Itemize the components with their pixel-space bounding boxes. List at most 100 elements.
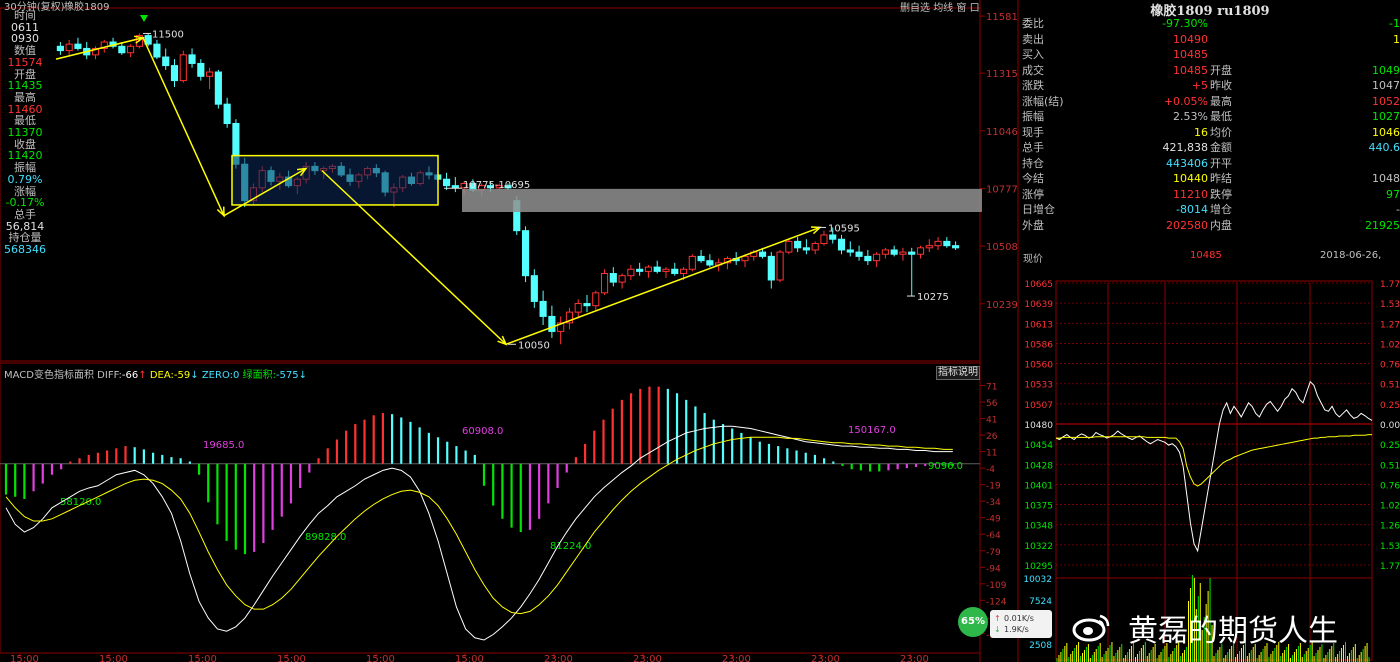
macd-y-tick-label: 26 [986, 432, 998, 442]
quote-cell: 开盘 [1210, 63, 1232, 77]
price-line [1055, 380, 1373, 553]
candle-body [758, 251, 767, 257]
weibo-icon [1072, 614, 1110, 642]
quote-cell: 涨幅(结) [1022, 94, 1064, 108]
macd-header: MACD变色指标面积 DIFF:-66↑ DEA:-59↓ ZERO:0 绿面积… [4, 366, 307, 381]
timeshare-y-right-label: 1.02% [1380, 502, 1400, 512]
quote-title: 橡胶1809 ru1809 [1150, 4, 1270, 19]
x-tick-label: 15:00 [10, 654, 39, 662]
candle-body [829, 234, 837, 240]
close-button[interactable]: 口 [970, 3, 980, 14]
candle-body [636, 268, 644, 272]
timeshare-y-label: 10348 [1024, 522, 1053, 532]
info-sidebar: 时间 0611 0930 数值 11574 开盘 11435 最高 11460 最低 11370 收盘… [0, 0, 52, 262]
macd-area-label: 150167.0 [848, 425, 896, 436]
candle-body [697, 255, 705, 262]
annotation-label: 10050 [518, 340, 550, 351]
quote-cell: +0.05% [1163, 94, 1208, 108]
timeshare-y-label: 10428 [1024, 461, 1053, 471]
quote-cell: 21925 [1365, 218, 1400, 232]
avg-price-line [1056, 434, 1372, 487]
candle-body [197, 62, 205, 77]
candle-body [170, 65, 179, 82]
candle-body [206, 71, 214, 77]
now-price-value: 10485 [1190, 250, 1222, 261]
area-label: 绿面积: [242, 370, 276, 381]
download-arrow-icon: ↓ [994, 625, 1001, 634]
right-toolbar[interactable]: 删自选 均线 窗 口 [900, 0, 980, 14]
x-tick-label: 15:00 [99, 654, 128, 662]
sidebar-item: 568346 [4, 243, 46, 256]
quote-row: 总手 421,838 金额 440.6 [1020, 140, 1400, 155]
quote-date: 2018-06-26, [1320, 250, 1382, 261]
quote-row: 今结 10440 昨结 1048 [1020, 171, 1400, 186]
candle-body [943, 240, 951, 247]
candle-body [653, 266, 661, 272]
watermark-text: 黄磊的期货人生 [1128, 614, 1338, 649]
now-price-label: 现价 [1023, 254, 1043, 265]
ma-button[interactable]: 均线 [933, 3, 953, 14]
macd-y-tick-label: 41 [986, 416, 997, 426]
arrow-down-icon: ↓ [298, 370, 308, 381]
window-button[interactable]: 窗 [956, 3, 966, 14]
quote-cell: 1049 [1372, 63, 1400, 77]
quote-cell: 16 [1194, 125, 1208, 139]
quote-cell: 持仓 [1022, 156, 1044, 170]
candle-body [785, 240, 793, 253]
quote-cell: 内盘 [1210, 218, 1232, 232]
quote-cell: 跌停 [1210, 187, 1232, 201]
candle-body [627, 268, 635, 277]
quote-cell: 最高 [1210, 94, 1232, 108]
timeshare-y-right-label: 1.77% [1380, 562, 1400, 572]
sidebar-item: 11574 [7, 55, 43, 69]
network-speed-box: ↑ 0.01K/s ↓ 1.9K/s [990, 610, 1052, 638]
timeshare-y-right-label: 1.53% [1380, 300, 1400, 310]
y-tick-label: 11315 [986, 69, 1018, 80]
macd-y-tick-label: -64 [986, 531, 1001, 541]
macd-area-label: 19685.0 [203, 440, 244, 451]
candle-body [127, 45, 135, 54]
candle-body [846, 249, 854, 253]
quote-cell: 1052 [1372, 94, 1400, 108]
macd-y-tick-label: -49 [986, 515, 1001, 525]
quote-cell: 202580 [1166, 218, 1208, 232]
indicator-explain-button[interactable]: 指标说明 [936, 366, 980, 380]
candle-body [706, 260, 714, 266]
remove-favorite-button[interactable]: 删自选 [900, 3, 930, 14]
y-tick-label: 10508 [986, 242, 1018, 253]
timeshare-y-label: 10480 [1024, 421, 1053, 431]
candle-body [908, 251, 916, 255]
download-speed: 1.9K/s [1004, 625, 1029, 634]
candle-body [820, 234, 828, 245]
candle-body [873, 253, 881, 262]
candle-body [925, 245, 933, 249]
quote-cell: 443406 [1166, 156, 1208, 170]
quote-row: 买入 10485 [1020, 47, 1400, 62]
candle-body [451, 185, 459, 189]
candle-body [592, 292, 600, 307]
quote-cell: 1048 [1372, 172, 1400, 185]
quote-cell: 97 [1386, 187, 1400, 201]
quote-cell: 开平 [1210, 156, 1232, 170]
candle-body [548, 315, 556, 332]
candle-body [574, 303, 582, 313]
timeshare-y-label: 10533 [1024, 381, 1053, 391]
annotation-label: 10275 [917, 292, 949, 303]
quote-cell: 涨停 [1022, 187, 1044, 201]
cpu-badge[interactable]: 65% [958, 607, 988, 637]
candle-body [65, 43, 73, 52]
x-tick-label: 23:00 [633, 654, 662, 662]
annotation-label: 11500 [152, 29, 184, 40]
candle-body [864, 255, 872, 262]
volume-y-label: 7524 [1029, 597, 1052, 607]
upload-speed: 0.01K/s [1004, 614, 1034, 623]
quote-cell: 均价 [1210, 125, 1232, 139]
quote-cell: 外盘 [1022, 218, 1044, 232]
quote-row: 现手 16 均价 1046 [1020, 125, 1400, 140]
candle-body [934, 240, 942, 247]
macd-title: MACD变色指标面积 [4, 370, 94, 381]
quote-cell: 买入 [1022, 48, 1044, 61]
quote-cell: 增仓 [1210, 203, 1232, 216]
quote-cell: -8014 [1176, 203, 1208, 216]
quote-cell: 10440 [1173, 172, 1208, 185]
